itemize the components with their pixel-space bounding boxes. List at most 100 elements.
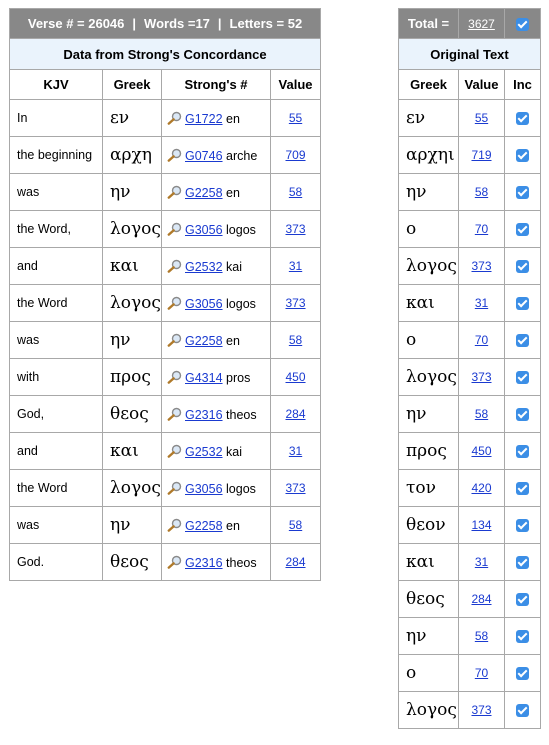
strongs-cell: G2316 theos — [161, 543, 271, 581]
value-cell: 373 — [458, 691, 505, 729]
original-text-table: Total = 3627 Original Text Greek Value I… — [398, 8, 541, 729]
include-checkbox[interactable] — [516, 260, 529, 274]
value-link[interactable]: 284 — [286, 407, 306, 421]
include-checkbox[interactable] — [516, 445, 529, 459]
value-link[interactable]: 373 — [471, 370, 491, 384]
value-cell: 420 — [458, 469, 505, 507]
value-link[interactable]: 284 — [471, 592, 491, 606]
table-row: with προς G4314 pros 450 — [9, 358, 322, 396]
value-cell: 58 — [269, 173, 322, 211]
magnifier-icon[interactable] — [167, 370, 183, 384]
value-link[interactable]: 134 — [471, 518, 491, 532]
magnifier-icon[interactable] — [167, 407, 183, 421]
greek-word: θεος — [102, 395, 162, 433]
strongs-number-link[interactable]: G2316 — [185, 556, 223, 570]
table-row: ην 58 — [398, 617, 541, 655]
include-checkbox[interactable] — [516, 630, 529, 644]
include-checkbox[interactable] — [516, 408, 529, 422]
strongs-number-link[interactable]: G0746 — [185, 149, 223, 163]
value-link[interactable]: 373 — [471, 703, 491, 717]
include-checkbox[interactable] — [516, 519, 529, 533]
magnifier-icon[interactable] — [167, 259, 183, 273]
value-link[interactable]: 31 — [289, 259, 302, 273]
table-row: εν 55 — [398, 99, 541, 137]
include-checkbox[interactable] — [516, 556, 529, 570]
strongs-number-link[interactable]: G2258 — [185, 519, 223, 533]
strongs-number-link[interactable]: G2532 — [185, 445, 223, 459]
magnifier-icon[interactable] — [167, 444, 183, 458]
magnifier-icon[interactable] — [167, 185, 183, 199]
value-link[interactable]: 58 — [289, 333, 302, 347]
value-link[interactable]: 373 — [286, 222, 306, 236]
value-cell: 134 — [458, 506, 505, 544]
include-checkbox[interactable] — [516, 223, 529, 237]
include-checkbox[interactable] — [516, 593, 529, 607]
value-cell: 373 — [269, 469, 322, 507]
value-link[interactable]: 58 — [475, 629, 488, 643]
table-row: was ην G2258 en 58 — [9, 173, 322, 211]
include-checkbox[interactable] — [516, 149, 529, 163]
include-checkbox[interactable] — [516, 112, 529, 126]
magnifier-icon[interactable] — [167, 148, 183, 162]
strongs-number-link[interactable]: G3056 — [185, 297, 223, 311]
include-all-checkbox[interactable] — [516, 18, 529, 32]
magnifier-icon[interactable] — [167, 111, 183, 125]
total-value-link[interactable]: 3627 — [468, 17, 495, 31]
magnifier-icon[interactable] — [167, 518, 183, 532]
value-link[interactable]: 450 — [471, 444, 491, 458]
include-checkbox[interactable] — [516, 334, 529, 348]
strongs-number-link[interactable]: G2532 — [185, 260, 223, 274]
value-link[interactable]: 373 — [286, 296, 306, 310]
value-link[interactable]: 31 — [475, 296, 488, 310]
value-link[interactable]: 58 — [289, 518, 302, 532]
greek-word: τον — [398, 469, 459, 507]
value-cell: 450 — [458, 432, 505, 470]
value-link[interactable]: 373 — [286, 481, 306, 495]
strongs-cell: G3056 logos — [161, 210, 271, 248]
table-row: προς 450 — [398, 432, 541, 470]
kjv-word: was — [9, 506, 103, 544]
strongs-number-link[interactable]: G2316 — [185, 408, 223, 422]
magnifier-icon[interactable] — [167, 222, 183, 236]
verse-number: Verse # = 26046 — [27, 16, 125, 31]
include-checkbox[interactable] — [516, 704, 529, 718]
value-link[interactable]: 55 — [289, 111, 302, 125]
value-link[interactable]: 58 — [475, 407, 488, 421]
total-row: Total = 3627 — [398, 8, 541, 39]
value-link[interactable]: 31 — [289, 444, 302, 458]
magnifier-icon[interactable] — [167, 333, 183, 347]
magnifier-icon[interactable] — [167, 555, 183, 569]
strongs-number-link[interactable]: G1722 — [185, 112, 223, 126]
value-link[interactable]: 719 — [471, 148, 491, 162]
greek-word: ην — [398, 395, 459, 433]
include-checkbox[interactable] — [516, 371, 529, 385]
value-link[interactable]: 709 — [286, 148, 306, 162]
value-link[interactable]: 373 — [471, 259, 491, 273]
strongs-number-link[interactable]: G2258 — [185, 334, 223, 348]
value-cell: 31 — [458, 543, 505, 581]
value-link[interactable]: 450 — [286, 370, 306, 384]
value-link[interactable]: 284 — [286, 555, 306, 569]
strongs-number-link[interactable]: G3056 — [185, 223, 223, 237]
value-link[interactable]: 420 — [471, 481, 491, 495]
value-link[interactable]: 70 — [475, 222, 488, 236]
value-link[interactable]: 58 — [475, 185, 488, 199]
include-checkbox[interactable] — [516, 297, 529, 311]
value-link[interactable]: 70 — [475, 666, 488, 680]
include-checkbox[interactable] — [516, 186, 529, 200]
value-link[interactable]: 58 — [289, 185, 302, 199]
strongs-number-link[interactable]: G2258 — [185, 186, 223, 200]
magnifier-icon[interactable] — [167, 481, 183, 495]
table-row: ην 58 — [398, 173, 541, 211]
value-link[interactable]: 70 — [475, 333, 488, 347]
value-cell: 373 — [269, 284, 322, 322]
value-link[interactable]: 31 — [475, 555, 488, 569]
value-link[interactable]: 55 — [475, 111, 488, 125]
strongs-number-link[interactable]: G3056 — [185, 482, 223, 496]
letter-count: Letters = 52 — [229, 16, 303, 31]
include-checkbox[interactable] — [516, 667, 529, 681]
include-checkbox[interactable] — [516, 482, 529, 496]
table-row: λογος 373 — [398, 358, 541, 396]
strongs-number-link[interactable]: G4314 — [185, 371, 223, 385]
magnifier-icon[interactable] — [167, 296, 183, 310]
